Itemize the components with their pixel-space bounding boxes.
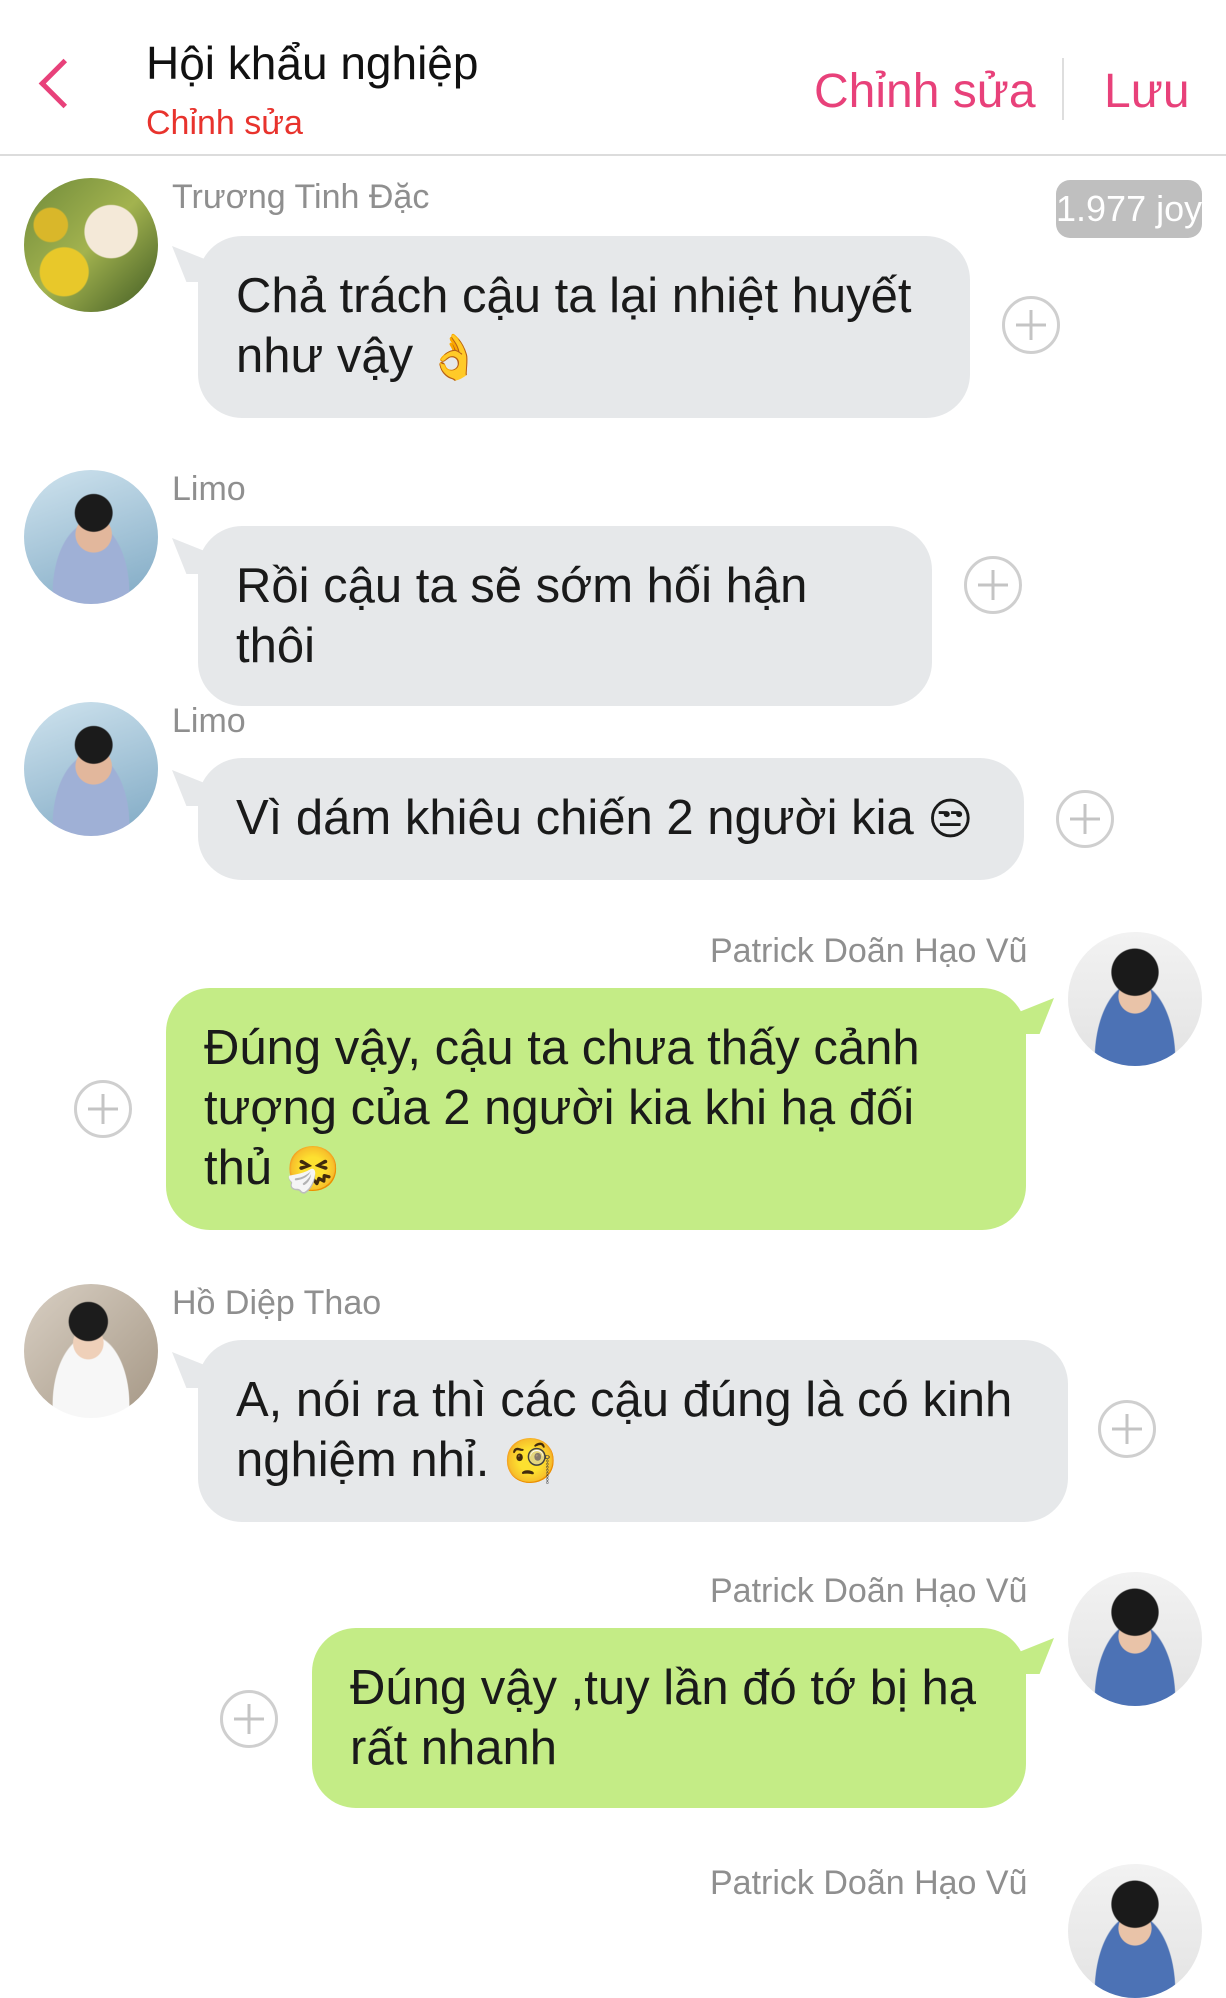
sneezing-face-emoji-icon: 🤧 [285, 1144, 341, 1195]
sender-name: Hồ Diệp Thao [172, 1284, 382, 1322]
add-reaction-icon[interactable] [964, 556, 1022, 614]
message-text: Rồi cậu ta sẽ sớm hối hận thôi [236, 559, 808, 673]
sender-name: Limo [172, 470, 246, 508]
save-button[interactable]: Lưu [1104, 64, 1190, 119]
ok-hand-emoji-icon: 👌 [426, 332, 482, 383]
sender-name: Trương Tinh Đặc [172, 178, 430, 216]
add-reaction-icon[interactable] [1056, 790, 1114, 848]
add-reaction-icon[interactable] [220, 1690, 278, 1748]
avatar[interactable] [24, 702, 158, 836]
message-text: Chả trách cậu ta lại nhiệt huyết như vậy [236, 269, 912, 383]
chat-header: Hội khẩu nghiệp Chỉnh sửa Chỉnh sửa Lưu [0, 0, 1226, 156]
message-bubble[interactable]: Rồi cậu ta sẽ sớm hối hận thôi [198, 526, 932, 706]
sender-name: Limo [172, 702, 246, 740]
message-bubble[interactable]: A, nói ra thì các cậu đúng là có kinh ng… [198, 1340, 1068, 1522]
edit-button[interactable]: Chỉnh sửa [814, 64, 1036, 119]
avatar[interactable] [24, 470, 158, 604]
back-chevron-icon[interactable] [38, 58, 89, 109]
message-bubble[interactable]: Vì dám khiêu chiến 2 người kia 😒 [198, 758, 1024, 880]
monocle-face-emoji-icon: 🧐 [502, 1436, 558, 1487]
add-reaction-icon[interactable] [74, 1080, 132, 1138]
sender-name: Patrick Doãn Hạo Vũ [710, 932, 1028, 970]
avatar[interactable] [24, 1284, 158, 1418]
sender-name: Patrick Doãn Hạo Vũ [710, 1572, 1028, 1610]
message-bubble[interactable]: Chả trách cậu ta lại nhiệt huyết như vậy… [198, 236, 970, 418]
avatar[interactable] [1068, 1572, 1202, 1706]
message-text: Đúng vậy ,tuy lần đó tớ bị hạ rất nhanh [350, 1661, 976, 1775]
message-text: A, nói ra thì các cậu đúng là có kinh ng… [236, 1373, 1013, 1487]
avatar[interactable] [1068, 1864, 1202, 1998]
joy-badge: 1.977 joy [1056, 180, 1202, 238]
avatar[interactable] [24, 178, 158, 312]
avatar[interactable] [1068, 932, 1202, 1066]
header-divider [1062, 58, 1064, 120]
add-reaction-icon[interactable] [1002, 296, 1060, 354]
message-bubble[interactable]: Đúng vậy, cậu ta chưa thấy cảnh tượng củ… [166, 988, 1026, 1230]
chat-subtitle: Chỉnh sửa [146, 104, 303, 142]
chat-title: Hội khẩu nghiệp [146, 37, 479, 89]
message-bubble[interactable]: Đúng vậy ,tuy lần đó tớ bị hạ rất nhanh [312, 1628, 1026, 1808]
message-text: Vì dám khiêu chiến 2 người kia [236, 791, 914, 845]
unamused-face-emoji-icon: 😒 [927, 794, 974, 845]
add-reaction-icon[interactable] [1098, 1400, 1156, 1458]
sender-name: Patrick Doãn Hạo Vũ [710, 1864, 1028, 1902]
